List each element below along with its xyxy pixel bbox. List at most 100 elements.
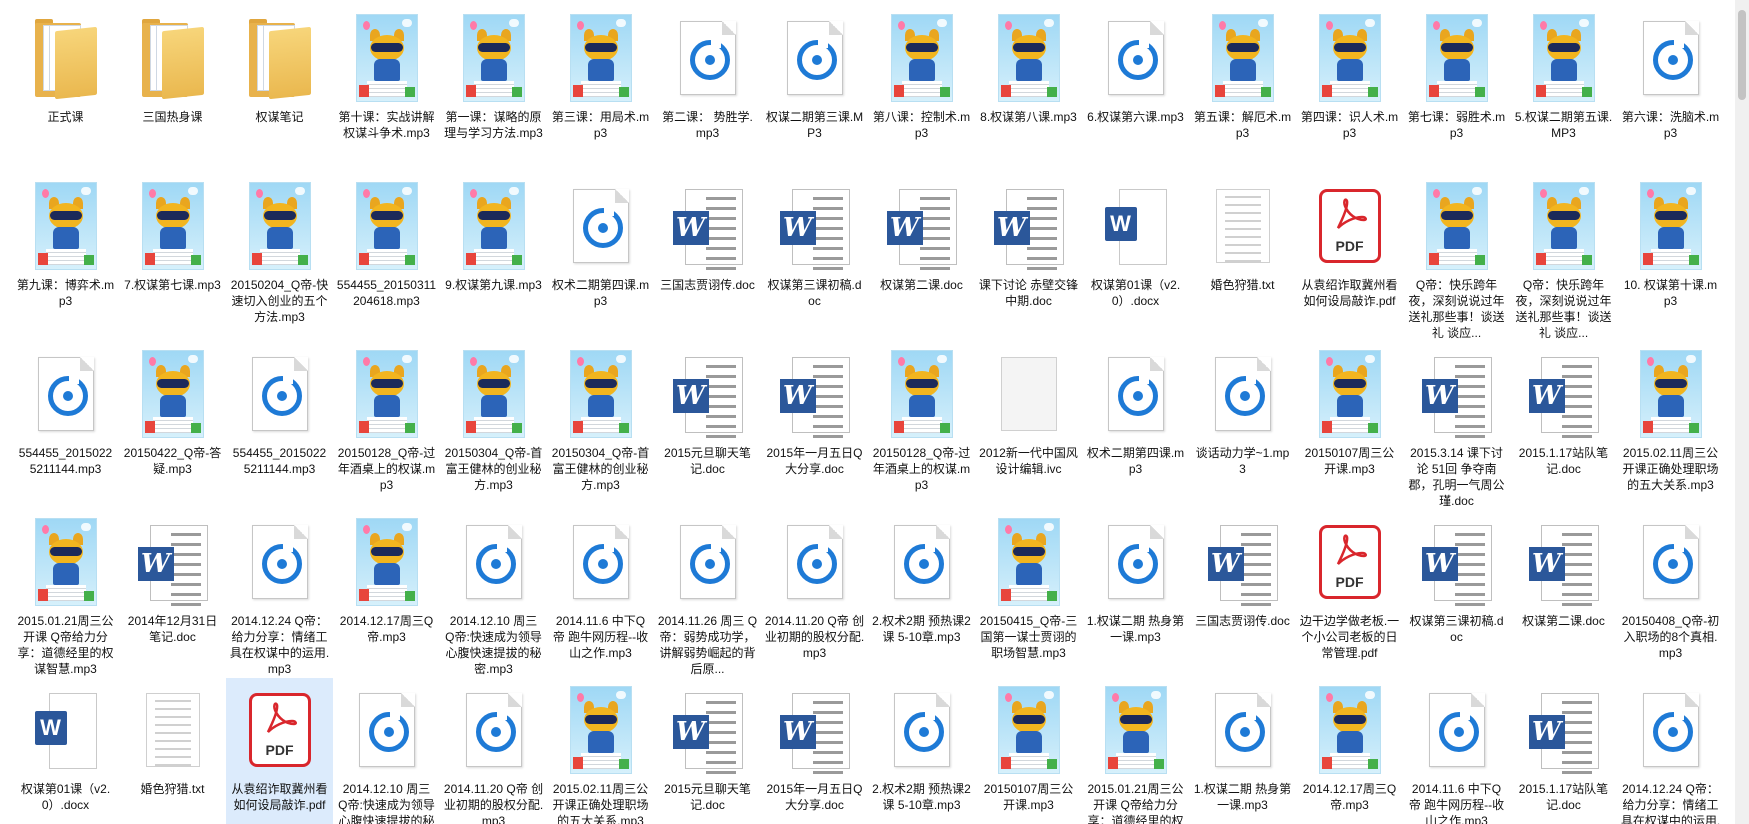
file-item[interactable]: W 2014年12月31日笔记.doc <box>119 510 226 678</box>
file-item[interactable]: 2014.11.26 周三 Q帝：弱势成功学，讲解弱势崛起的背后原... <box>654 510 761 678</box>
file-item[interactable]: W 2015元旦聊天笔记.doc <box>654 678 761 824</box>
file-item[interactable]: 2.权术2期 预热课2课 5-10章.mp3 <box>868 678 975 824</box>
file-thumbnail: W <box>672 346 744 442</box>
file-item[interactable]: 6.权谋第六课.mp3 <box>1082 6 1189 174</box>
media-file-icon <box>679 525 736 599</box>
file-item[interactable]: 554455_20150311204618.mp3 <box>333 174 440 342</box>
file-item[interactable]: 2015.01.21周三公开课 Q帝给力分享：道德经里的权谋智慧.mp3 <box>1082 678 1189 824</box>
file-item[interactable]: 20150422_Q帝-答疑.mp3 <box>119 342 226 510</box>
folder-item[interactable]: 权谋笔记 <box>226 6 333 174</box>
file-name: 第五课：解厄术.mp3 <box>1193 110 1292 140</box>
file-item[interactable]: 2014.12.17周三Q帝.mp3 <box>1296 678 1403 824</box>
file-item[interactable]: W 权谋第三课初稿.doc <box>1403 510 1510 678</box>
vertical-scrollbar[interactable] <box>1735 0 1749 824</box>
file-thumbnail: W <box>779 682 851 778</box>
file-item[interactable]: 第九课：博弈术.mp3 <box>12 174 119 342</box>
file-item[interactable]: 2014.11.6 中下Q帝 跑牛网历程--收山之作.mp3 <box>547 510 654 678</box>
file-item[interactable]: W 三国志贾诩传.doc <box>654 174 761 342</box>
file-name: 2014.11.20 Q帝 创业初期的股权分配.mp3 <box>764 614 865 660</box>
file-item[interactable]: 1.权谋二期 热身第一课.mp3 <box>1189 678 1296 824</box>
file-item[interactable]: W 2015年一月五日Q大分享.doc <box>761 678 868 824</box>
file-thumbnail <box>886 682 958 778</box>
file-item[interactable]: 20150128_Q帝-过年酒桌上的权谋.mp3 <box>868 342 975 510</box>
file-item[interactable]: 554455_20150225211144.mp3 <box>226 342 333 510</box>
file-item[interactable]: Q帝：快乐跨年夜，深刻说说过年送礼那些事！谈送礼 谈应... <box>1403 174 1510 342</box>
file-item[interactable]: 第十课：实战讲解权谋斗争术.mp3 <box>333 6 440 174</box>
file-item[interactable]: 第二课： 势胜学.mp3 <box>654 6 761 174</box>
file-item[interactable]: 谈话动力学~1.mp3 <box>1189 342 1296 510</box>
file-item[interactable]: W 权谋第二课.doc <box>868 174 975 342</box>
file-item[interactable]: 20150107周三公开课.mp3 <box>1296 342 1403 510</box>
file-item[interactable]: 8.权谋第八课.mp3 <box>975 6 1082 174</box>
file-thumbnail: W <box>779 178 851 274</box>
file-item[interactable]: 2014.11.20 Q帝 创业初期的股权分配.mp3 <box>761 510 868 678</box>
file-item[interactable]: 20150408_Q帝-初入职场的8个真相.mp3 <box>1617 510 1724 678</box>
file-item[interactable]: 2015.02.11周三公开课正确处理职场的五大关系.mp3 <box>1617 342 1724 510</box>
file-item[interactable]: W 2015.1.17站队笔记.doc <box>1510 342 1617 510</box>
file-item[interactable]: 权术二期第四课.mp3 <box>547 174 654 342</box>
mascot-thumbnail-icon <box>462 182 525 270</box>
file-thumbnail <box>1421 10 1493 106</box>
file-item[interactable]: 2015.02.11周三公开课正确处理职场的五大关系.mp3 <box>547 678 654 824</box>
file-item[interactable]: W 2015年一月五日Q大分享.doc <box>761 342 868 510</box>
word-doc-icon: W <box>993 189 1064 270</box>
file-item[interactable]: PDF 边干边学做老板.一个小公司老板的日常管理.pdf <box>1296 510 1403 678</box>
file-item[interactable]: 20150107周三公开课.mp3 <box>975 678 1082 824</box>
file-item[interactable]: 第八课：控制术.mp3 <box>868 6 975 174</box>
file-item[interactable]: 5.权谋二期第五课.MP3 <box>1510 6 1617 174</box>
file-item[interactable]: 2014.12.10 周三 Q帝:快速成为领导心腹快速提拔的秘密.mp3 <box>440 510 547 678</box>
file-item[interactable]: 第三课：用局术.mp3 <box>547 6 654 174</box>
file-item[interactable]: 婚色狩猎.txt <box>119 678 226 824</box>
file-item[interactable]: W 2015元旦聊天笔记.doc <box>654 342 761 510</box>
file-item[interactable]: 2014.12.10 周三 Q帝:快速成为领导心腹快速提拔的秘密.mp3 <box>333 678 440 824</box>
file-item[interactable]: PDF 从袁绍诈取冀州看如何设局敲诈.pdf <box>1296 174 1403 342</box>
file-item[interactable]: 2014.11.6 中下Q帝 跑牛网历程--收山之作.mp3 <box>1403 678 1510 824</box>
file-item[interactable]: 554455_20150225211144.mp3 <box>12 342 119 510</box>
file-thumbnail <box>565 10 637 106</box>
file-item[interactable]: 2014.12.24 Q帝：给力分享：情绪工具在权谋中的运用.mp3 <box>1617 678 1724 824</box>
file-item[interactable]: 第七课：弱胜术.mp3 <box>1403 6 1510 174</box>
file-item[interactable]: W 课下讨论 赤壁交锋中期.doc <box>975 174 1082 342</box>
file-item[interactable]: W 三国志贾诩传.doc <box>1189 510 1296 678</box>
file-item[interactable]: W 2015.1.17站队笔记.doc <box>1510 678 1617 824</box>
file-item[interactable]: 2.权术2期 预热课2课 5-10章.mp3 <box>868 510 975 678</box>
file-item[interactable]: W 权谋第01课（v2.0）.docx <box>12 678 119 824</box>
file-name: 第九课：博弈术.mp3 <box>16 278 115 308</box>
file-item[interactable]: 7.权谋第七课.mp3 <box>119 174 226 342</box>
file-item[interactable]: 2014.12.24 Q帝：给力分享：情绪工具在权谋中的运用.mp3 <box>226 510 333 678</box>
file-item[interactable]: 2014.11.20 Q帝 创业初期的股权分配.mp3 <box>440 678 547 824</box>
file-item[interactable]: 婚色狩猎.txt <box>1189 174 1296 342</box>
file-item[interactable]: 20150204_Q帝-快速切入创业的五个方法.mp3 <box>226 174 333 342</box>
file-item[interactable]: W 权谋第三课初稿.doc <box>761 174 868 342</box>
file-name: 2015.1.17站队笔记.doc <box>1518 446 1609 476</box>
file-item[interactable]: 20150304_Q帝-首富王健林的创业秘方.mp3 <box>440 342 547 510</box>
file-item[interactable]: W 2015.3.14 课下讨论 51回 争夺南郡，孔明一气周公瑾.doc <box>1403 342 1510 510</box>
file-thumbnail <box>565 514 637 610</box>
folder-item[interactable]: 正式课 <box>12 6 119 174</box>
file-name: 权谋二期第三课.MP3 <box>765 110 864 140</box>
file-item[interactable]: 2012新一代中国风设计编辑.ivc <box>975 342 1082 510</box>
folder-item[interactable]: 三国热身课 <box>119 6 226 174</box>
mascot-thumbnail-icon <box>462 350 525 438</box>
file-item[interactable]: 9.权谋第九课.mp3 <box>440 174 547 342</box>
file-item[interactable]: 10. 权谋第十课.mp3 <box>1617 174 1724 342</box>
file-item[interactable]: Q帝：快乐跨年夜，深刻说说过年送礼那些事！谈送礼 谈应... <box>1510 174 1617 342</box>
file-item[interactable]: 2014.12.17周三Q帝.mp3 <box>333 510 440 678</box>
file-item[interactable]: PDF 从袁绍诈取冀州看如何设局敲诈.pdf <box>226 678 333 824</box>
file-item[interactable]: 1.权谋二期 热身第一课.mp3 <box>1082 510 1189 678</box>
file-item[interactable]: 20150415_Q帝-三国第一谋士贾诩的职场智慧.mp3 <box>975 510 1082 678</box>
file-item[interactable]: 权谋二期第三课.MP3 <box>761 6 868 174</box>
file-item[interactable]: 20150128_Q帝-过年酒桌上的权谋.mp3 <box>333 342 440 510</box>
file-item[interactable]: W 权谋第二课.doc <box>1510 510 1617 678</box>
file-item[interactable]: 20150304_Q帝-首富王健林的创业秘方.mp3 <box>547 342 654 510</box>
file-item[interactable]: W 权谋第01课（v2.0）.docx <box>1082 174 1189 342</box>
file-item[interactable]: 第五课：解厄术.mp3 <box>1189 6 1296 174</box>
file-item[interactable]: 第一课：谋略的原理与学习方法.mp3 <box>440 6 547 174</box>
scrollbar-thumb[interactable] <box>1738 10 1746 100</box>
file-item[interactable]: 第四课：识人术.mp3 <box>1296 6 1403 174</box>
file-item[interactable]: 2015.01.21周三公开课 Q帝给力分享：道德经里的权谋智慧.mp3 <box>12 510 119 678</box>
word-doc-icon: W <box>1528 693 1599 774</box>
file-item[interactable]: 第六课：洗脑术.mp3 <box>1617 6 1724 174</box>
file-thumbnail: W <box>672 682 744 778</box>
file-item[interactable]: 权术二期第四课.mp3 <box>1082 342 1189 510</box>
